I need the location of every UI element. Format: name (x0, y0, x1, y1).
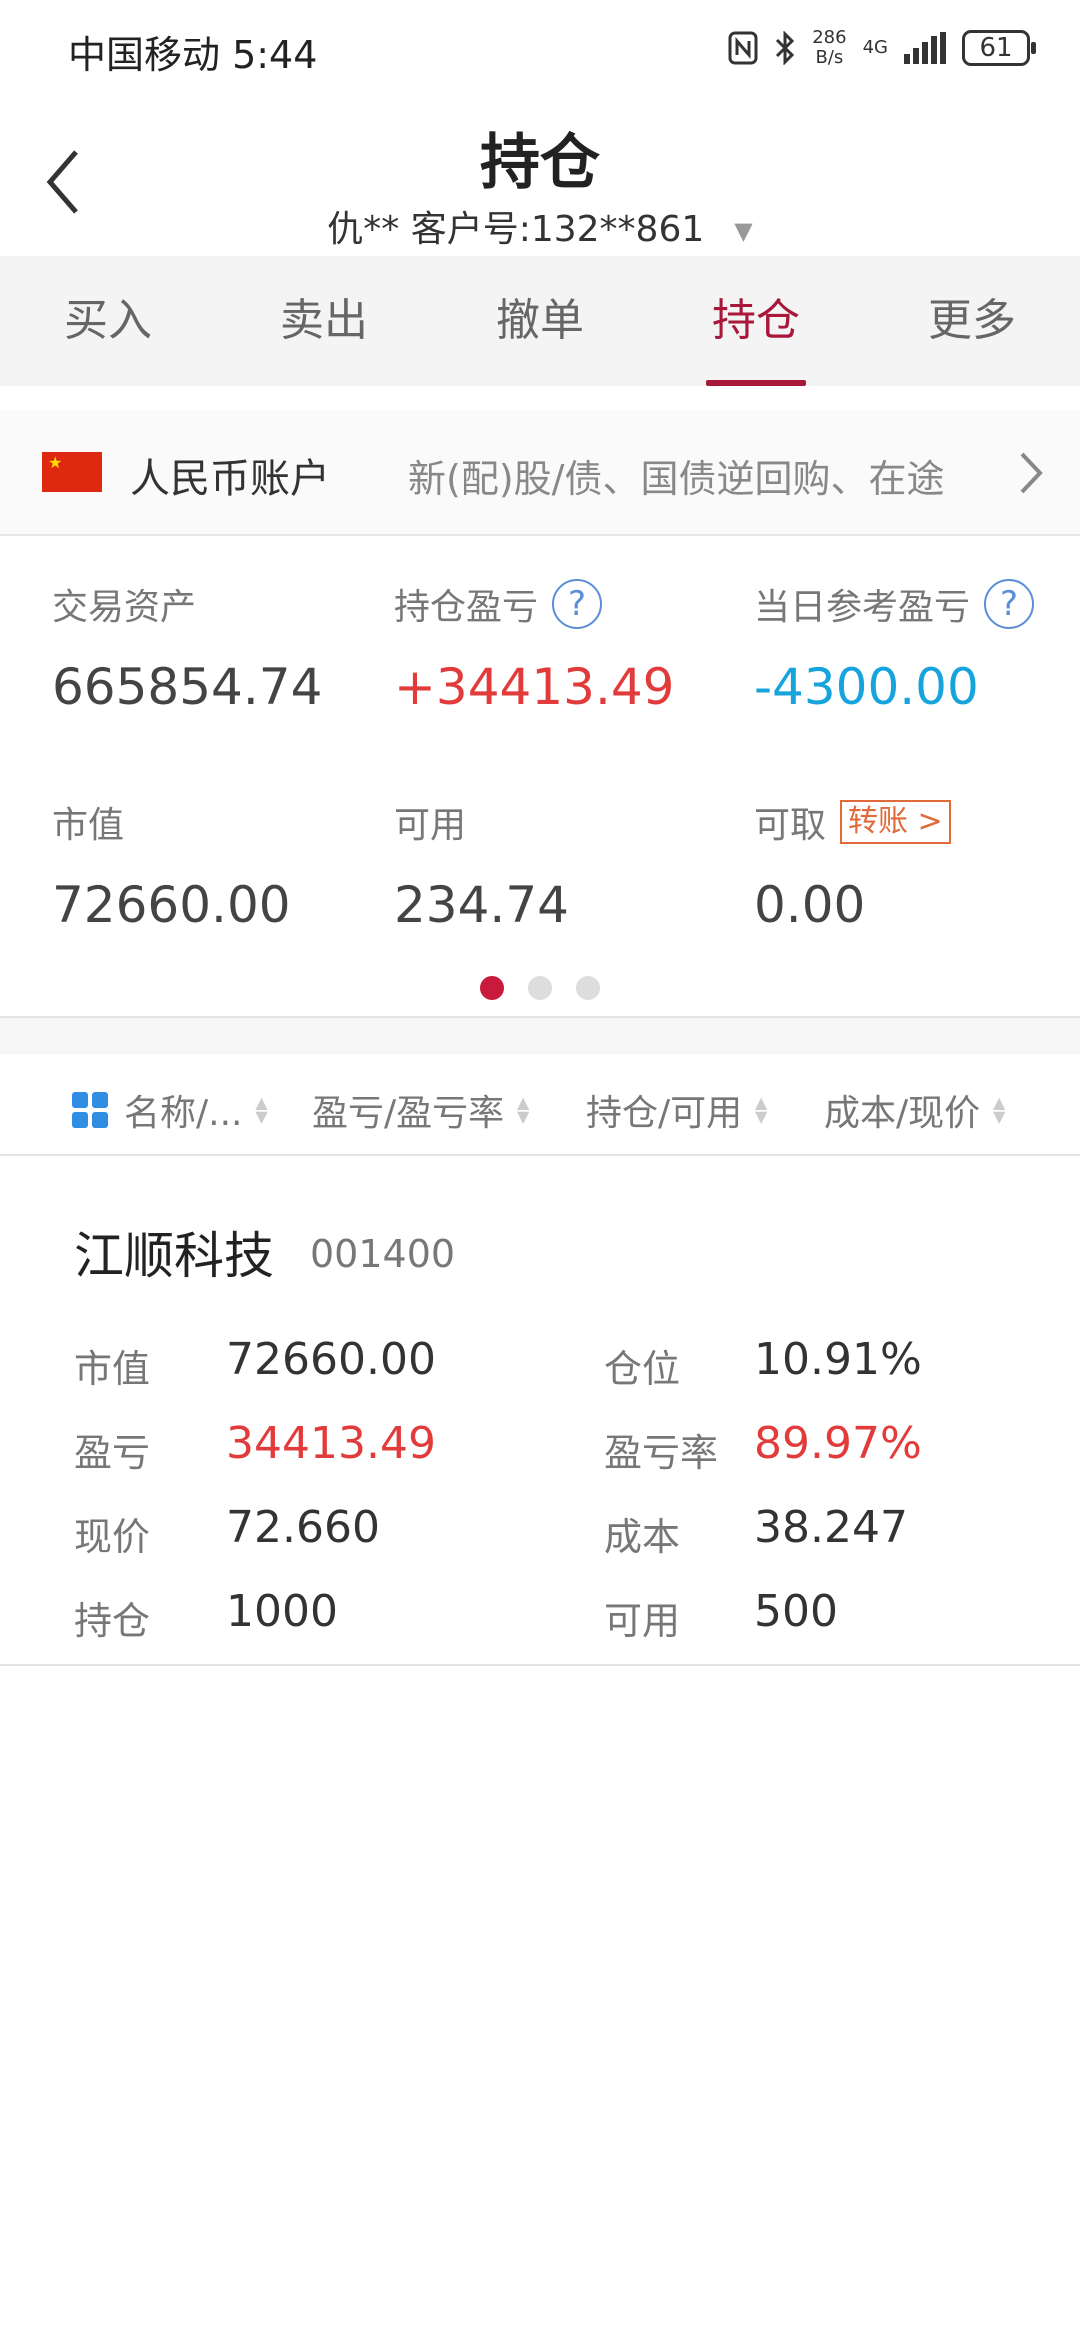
price-label: 现价 (74, 1515, 151, 1559)
market-value-label: 市值 (74, 1347, 151, 1391)
cost-value: 38.247 (754, 1502, 908, 1553)
pl-value: 34413.49 (226, 1418, 436, 1469)
signal-icon (904, 32, 946, 64)
trade-tabs: 买入 卖出 撤单 持仓 更多 (0, 256, 1080, 386)
stat-trade-assets: 交易资产 665854.74 (52, 587, 323, 716)
market-value-value: 72660.00 (52, 876, 291, 934)
available-value: 234.74 (394, 876, 569, 934)
account-row[interactable]: ★ 人民币账户 新(配)股/债、国债逆回购、在途 (0, 410, 1080, 536)
nfc-icon (728, 31, 758, 65)
stock-name: 江顺科技 (74, 1227, 274, 1285)
tab-more[interactable]: 更多 (864, 256, 1080, 386)
sort-icon: ▲ ▼ (992, 1093, 1006, 1126)
tab-cancel[interactable]: 撤单 (432, 256, 648, 386)
column-name[interactable]: 名称/... ▲ ▼ (72, 1084, 270, 1136)
column-holding[interactable]: 持仓/可用 ▲ ▼ (586, 1084, 770, 1136)
sort-icon: ▲ ▼ (516, 1093, 530, 1126)
chevron-right-icon[interactable] (1016, 450, 1046, 496)
grid-icon[interactable] (72, 1092, 108, 1128)
withdrawable-value: 0.00 (754, 876, 866, 934)
price-value: 72.660 (226, 1502, 380, 1553)
daily-pl-value: -4300.00 (754, 658, 979, 716)
weight-value: 10.91% (754, 1334, 922, 1385)
available-qty-value: 500 (754, 1586, 838, 1637)
help-icon[interactable]: ? (552, 579, 603, 629)
tab-buy[interactable]: 买入 (0, 256, 216, 386)
page-dot[interactable] (576, 976, 600, 1000)
status-bar: 中国移动 5:44 286 B/s 4G 61 (0, 0, 1080, 100)
stat-withdrawable: 可取 转账 > 0.00 (754, 796, 951, 934)
holding-label: 持仓 (74, 1599, 151, 1643)
pl-rate-value: 89.97% (754, 1418, 922, 1469)
network-type: 4G (862, 37, 888, 58)
transfer-button[interactable]: 转账 > (840, 800, 951, 844)
stat-market-value: 市值 72660.00 (52, 805, 291, 934)
help-icon[interactable]: ? (984, 579, 1035, 629)
stock-code: 001400 (310, 1232, 456, 1276)
pl-label: 盈亏 (74, 1431, 151, 1475)
account-description: 新(配)股/债、国债逆回购、在途 (408, 457, 945, 501)
battery-icon: 61 (962, 30, 1036, 66)
page-dot[interactable] (528, 976, 552, 1000)
network-speed: 286 B/s (812, 27, 847, 68)
position-pl-value: +34413.49 (394, 658, 675, 716)
stat-daily-pl: 当日参考盈亏? -4300.00 (754, 578, 1035, 716)
column-cost[interactable]: 成本/现价 ▲ ▼ (824, 1084, 1008, 1136)
caret-down-icon: ▼ (734, 217, 753, 245)
section-divider (0, 1016, 1080, 1054)
available-label: 可用 (604, 1599, 681, 1643)
trade-assets-value: 665854.74 (52, 658, 323, 716)
cost-label: 成本 (604, 1515, 681, 1559)
market-value: 72660.00 (226, 1334, 436, 1385)
tab-positions[interactable]: 持仓 (648, 256, 864, 386)
status-icons: 286 B/s 4G 61 (728, 27, 1036, 68)
sort-icon: ▲ ▼ (754, 1093, 768, 1126)
tab-sell[interactable]: 卖出 (216, 256, 432, 386)
carrier-time: 中国移动 5:44 (68, 33, 318, 77)
weight-label: 仓位 (604, 1347, 681, 1391)
china-flag-icon: ★ (42, 452, 102, 492)
account-info: 仇** 客户号:132**861 (327, 209, 705, 250)
page-indicator (0, 976, 1080, 1000)
bluetooth-icon (776, 31, 795, 65)
holding-value: 1000 (226, 1586, 338, 1637)
positions-table-header: 名称/... ▲ ▼ 盈亏/盈亏率 ▲ ▼ 持仓/可用 ▲ ▼ 成本/现价 ▲ ▼ (0, 1054, 1080, 1156)
page-title: 持仓 (480, 128, 600, 198)
sort-icon: ▲ ▼ (255, 1093, 268, 1126)
account-selector[interactable]: 仇** 客户号:132**861 ▼ (0, 200, 1080, 252)
pl-rate-label: 盈亏率 (604, 1431, 719, 1475)
asset-summary: 交易资产 665854.74 持仓盈亏? +34413.49 当日参考盈亏? -… (0, 556, 1080, 1006)
column-pl[interactable]: 盈亏/盈亏率 ▲ ▼ (312, 1084, 532, 1136)
stat-available: 可用 234.74 (394, 805, 569, 934)
account-name: 人民币账户 (130, 456, 330, 502)
position-row[interactable]: 江顺科技 001400 市值 72660.00 仓位 10.91% 盈亏 344… (0, 1156, 1080, 1666)
page-dot[interactable] (480, 976, 504, 1000)
page-header: 持仓 仇** 客户号:132**861 ▼ (0, 100, 1080, 255)
stat-position-pl: 持仓盈亏? +34413.49 (394, 578, 674, 716)
